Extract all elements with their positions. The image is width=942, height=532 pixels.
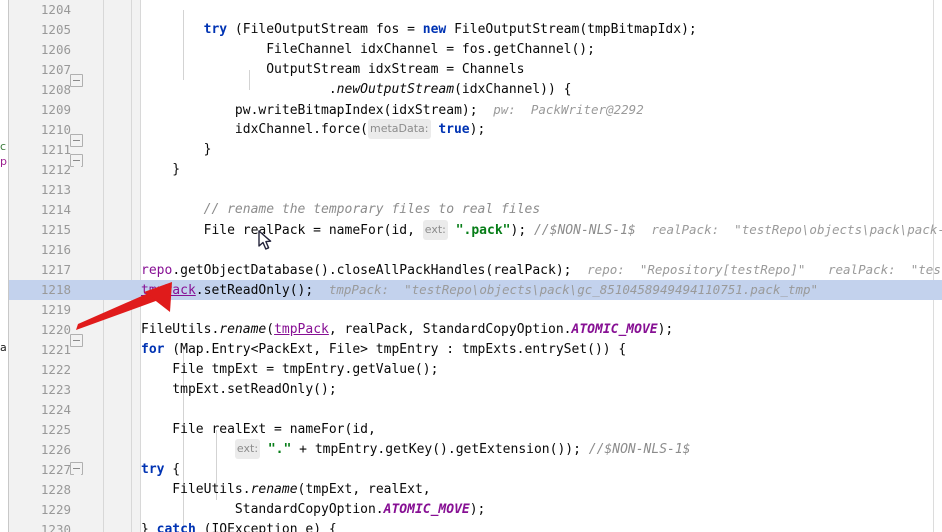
- code-text[interactable]: tmpPack.setReadOnly(); tmpPack: "testRep…: [141, 280, 818, 300]
- code-text[interactable]: idxChannel.force(metaData: true);: [141, 119, 485, 140]
- line-number: 1227: [40, 462, 71, 477]
- code-text[interactable]: FileUtils.rename(tmpPack, realPack, Stan…: [141, 320, 673, 340]
- line-number: 1222: [40, 362, 71, 377]
- line-number: 1211: [40, 142, 71, 157]
- line-number: 1215: [40, 222, 71, 237]
- code-text[interactable]: File realPack = nameFor(id, ext: ".pack"…: [141, 220, 942, 240]
- editor-line[interactable]: 1212 }: [0, 160, 942, 180]
- code-text[interactable]: File tmpExt = tmpEntry.getValue();: [141, 360, 438, 380]
- line-number: 1207: [40, 62, 71, 77]
- line-number: 1213: [40, 182, 71, 197]
- parameter-hint-chip: ext:: [422, 220, 448, 240]
- code-text[interactable]: FileUtils.rename(tmpExt, realExt,: [141, 480, 430, 500]
- code-text[interactable]: OutputStream idxStream = Channels: [141, 60, 524, 80]
- editor-line[interactable]: 1227 try {: [0, 460, 942, 480]
- code-text[interactable]: StandardCopyOption.ATOMIC_MOVE);: [141, 500, 485, 520]
- editor-line[interactable]: 1225 File realExt = nameFor(id,: [0, 420, 942, 440]
- code-text[interactable]: // rename the temporary files to real fi…: [141, 200, 541, 220]
- editor-line[interactable]: 1215 File realPack = nameFor(id, ext: ".…: [0, 220, 942, 240]
- editor-line[interactable]: 1229 StandardCopyOption.ATOMIC_MOVE);: [0, 500, 942, 520]
- editor-line[interactable]: 1221 for (Map.Entry<PackExt, File> tmpEn…: [0, 340, 942, 360]
- line-number: 1217: [40, 262, 71, 277]
- editor-line[interactable]: 1230 } catch (IOException e) {: [0, 520, 942, 532]
- code-text[interactable]: }: [141, 140, 212, 160]
- editor-line[interactable]: 1223 tmpExt.setReadOnly();: [0, 380, 942, 400]
- code-text[interactable]: }: [141, 160, 180, 180]
- parameter-hint-chip: ext:: [234, 439, 261, 459]
- editor-line[interactable]: 1204: [0, 0, 942, 20]
- editor-lines[interactable]: 1204 1205 try (FileOutputStream fos = ne…: [0, 0, 942, 532]
- line-number: 1205: [40, 22, 71, 37]
- editor-line[interactable]: 1211 }: [0, 140, 942, 160]
- line-number: 1230: [40, 522, 71, 532]
- editor-line[interactable]: 1224: [0, 400, 942, 420]
- editor-line[interactable]: 1228 FileUtils.rename(tmpExt, realExt,: [0, 480, 942, 500]
- code-text[interactable]: repo.getObjectDatabase().closeAllPackHan…: [141, 260, 942, 280]
- inline-debug-hint[interactable]: realPack: "testRepo\objects\pack\pack-76…: [651, 222, 942, 237]
- line-number: 1218: [40, 282, 71, 297]
- code-text[interactable]: } catch (IOException e) {: [141, 520, 337, 532]
- editor-line[interactable]: 1208 .newOutputStream(idxChannel)) {: [0, 80, 942, 100]
- line-number: 1216: [40, 242, 71, 257]
- code-text[interactable]: FileChannel idxChannel = fos.getChannel(…: [141, 40, 595, 60]
- line-number: 1212: [40, 162, 71, 177]
- code-text[interactable]: try (FileOutputStream fos = new FileOutp…: [141, 20, 697, 40]
- inline-debug-hint[interactable]: tmpPack: "testRepo\objects\pack\gc_85104…: [329, 282, 818, 297]
- line-number: 1223: [40, 382, 71, 397]
- clipped-tool-window[interactable]: c p a: [0, 0, 9, 532]
- line-number: 1229: [40, 502, 71, 517]
- editor-line[interactable]: 1209 pw.writeBitmapIndex(idxStream); pw:…: [0, 100, 942, 120]
- editor-line[interactable]: 1205 try (FileOutputStream fos = new Fil…: [0, 20, 942, 40]
- editor-line[interactable]: 1206 FileChannel idxChannel = fos.getCha…: [0, 40, 942, 60]
- line-number: 1224: [40, 402, 71, 417]
- line-number: 1210: [40, 122, 71, 137]
- editor-line[interactable]: 1213: [0, 180, 942, 200]
- line-number: 1206: [40, 42, 71, 57]
- editor-line[interactable]: 1214 // rename the temporary files to re…: [0, 200, 942, 220]
- editor-line[interactable]: 1210 idxChannel.force(metaData: true);: [0, 119, 942, 140]
- editor-line[interactable]: 1220 FileUtils.rename(tmpPack, realPack,…: [0, 320, 942, 340]
- editor-line-current[interactable]: 1218 tmpPack.setReadOnly(); tmpPack: "te…: [0, 280, 942, 300]
- editor-line[interactable]: 1222 File tmpExt = tmpEntry.getValue();: [0, 360, 942, 380]
- editor-line[interactable]: 1219: [0, 300, 942, 320]
- parameter-hint-chip: metaData:: [367, 119, 431, 139]
- line-number: 1214: [40, 202, 71, 217]
- line-number: 1228: [40, 482, 71, 497]
- line-number: 1204: [40, 2, 71, 17]
- inline-debug-hint[interactable]: pw: PackWriter@2292: [493, 102, 644, 117]
- line-number: 1225: [40, 422, 71, 437]
- line-number: 1219: [40, 302, 71, 317]
- editor-line[interactable]: 1216: [0, 240, 942, 260]
- tool-window-item-fragment[interactable]: a: [0, 338, 8, 358]
- code-editor[interactable]: c p a 1204 1205 try (FileOutputStream fo…: [0, 0, 942, 532]
- line-number: 1209: [40, 102, 71, 117]
- code-text[interactable]: tmpExt.setReadOnly();: [141, 380, 336, 400]
- code-text[interactable]: .newOutputStream(idxChannel)) {: [141, 80, 572, 100]
- editor-line[interactable]: 1217 repo.getObjectDatabase().closeAllPa…: [0, 260, 942, 280]
- tool-window-item-fragment[interactable]: p: [0, 152, 8, 172]
- code-text[interactable]: try {: [141, 460, 180, 480]
- code-text[interactable]: for (Map.Entry<PackExt, File> tmpEntry :…: [141, 340, 626, 360]
- code-text[interactable]: File realExt = nameFor(id,: [141, 420, 376, 440]
- line-number: 1208: [40, 82, 71, 97]
- editor-line[interactable]: 1226 ext: "." + tmpEntry.getKey().getExt…: [0, 439, 942, 460]
- code-text[interactable]: pw.writeBitmapIndex(idxStream); pw: Pack…: [141, 100, 644, 120]
- code-text[interactable]: ext: "." + tmpEntry.getKey().getExtensio…: [141, 439, 691, 460]
- line-number: 1221: [40, 342, 71, 357]
- inline-debug-hint[interactable]: repo: "Repository[testRepo]" realPack: "…: [587, 262, 942, 277]
- line-number: 1226: [40, 442, 71, 457]
- line-number: 1220: [40, 322, 71, 337]
- editor-line[interactable]: 1207 OutputStream idxStream = Channels: [0, 60, 942, 80]
